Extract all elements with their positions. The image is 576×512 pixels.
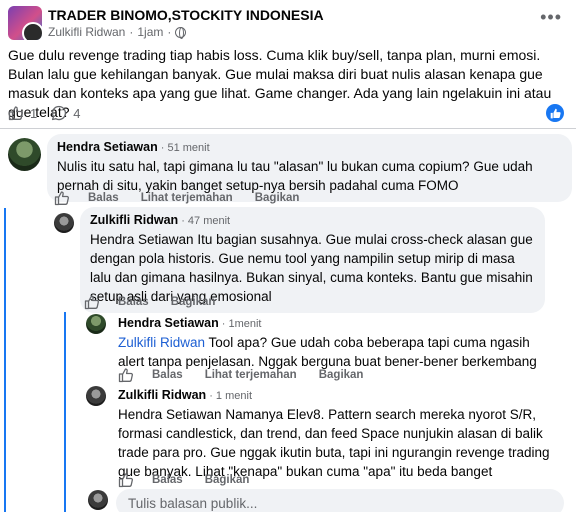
share-button[interactable]: Bagikan	[205, 474, 250, 486]
comment-actions: Balas Lihat terjemahan Bagikan	[118, 367, 385, 383]
comment-author[interactable]: Zulkifli Ridwan	[90, 213, 178, 227]
post-time[interactable]: 1jam	[137, 25, 163, 39]
translate-button[interactable]: Lihat terjemahan	[205, 369, 297, 381]
comment-author-line: Zulkifli Ridwan · 1 menit	[118, 388, 550, 402]
comment-time[interactable]: · 1menit	[222, 318, 262, 330]
meta-separator-2: ·	[167, 25, 172, 39]
post-meta: Zulkifli Ridwan · 1jam ·	[48, 25, 187, 39]
share-button[interactable]: Bagikan	[171, 296, 216, 308]
comment-author[interactable]: Hendra Setiawan	[57, 140, 158, 154]
like-count-item[interactable]: 1	[8, 105, 37, 121]
avatar[interactable]	[54, 213, 74, 233]
comment-author[interactable]: Zulkifli Ridwan	[118, 388, 206, 402]
avatar[interactable]	[86, 314, 106, 334]
post-author[interactable]: Zulkifli Ridwan	[48, 25, 125, 39]
comment-author[interactable]: Hendra Setiawan	[118, 316, 219, 330]
comment-author-line: Zulkifli Ridwan · 47 menit	[90, 213, 535, 227]
thumbs-up-icon	[550, 108, 561, 118]
post-divider	[0, 128, 576, 129]
share-button[interactable]: Bagikan	[319, 369, 364, 381]
comment-actions: Balas Lihat terjemahan Bagikan	[54, 190, 321, 206]
like-icon[interactable]	[54, 190, 70, 206]
globe-icon	[175, 26, 187, 39]
reply-button[interactable]: Balas	[118, 296, 149, 308]
thread-line-nested	[64, 312, 66, 512]
like-reaction-badge[interactable]	[546, 104, 564, 122]
post-header: TRADER BINOMO,STOCKITY INDONESIA Zulkifl…	[8, 6, 568, 40]
comment-author-line: Hendra Setiawan · 1menit	[118, 316, 540, 330]
mention-link[interactable]: Zulkifli Ridwan	[118, 335, 205, 350]
reply-button[interactable]: Balas	[152, 369, 183, 381]
like-icon	[8, 106, 23, 121]
comment-time[interactable]: · 1 menit	[209, 390, 252, 402]
reply-input[interactable]: Tulis balasan publik...	[116, 489, 564, 512]
group-name[interactable]: TRADER BINOMO,STOCKITY INDONESIA	[48, 7, 324, 23]
like-icon[interactable]	[118, 472, 134, 488]
current-user-avatar[interactable]	[88, 490, 108, 510]
group-avatar[interactable]	[8, 6, 42, 40]
comment-actions: Balas Bagikan	[84, 294, 237, 310]
comment-count-item[interactable]: 4	[51, 105, 80, 121]
reply-button[interactable]: Balas	[152, 474, 183, 486]
comment-time[interactable]: · 47 menit	[181, 215, 230, 227]
share-button[interactable]: Bagikan	[255, 192, 300, 204]
comment-author-line: Hendra Setiawan · 51 menit	[57, 140, 562, 154]
comment-text: Zulkifli Ridwan Tool apa? Gue udah coba …	[118, 333, 540, 371]
avatar[interactable]	[86, 386, 106, 406]
like-count: 1	[30, 105, 38, 121]
translate-button[interactable]: Lihat terjemahan	[141, 192, 233, 204]
comment-count: 4	[73, 105, 81, 121]
comment-text: Hendra Setiawan Namanya Elev8. Pattern s…	[118, 407, 550, 479]
meta-separator: ·	[129, 25, 134, 39]
comment-actions: Balas Bagikan	[118, 472, 271, 488]
reply-button[interactable]: Balas	[88, 192, 119, 204]
like-icon[interactable]	[118, 367, 134, 383]
like-icon[interactable]	[84, 294, 100, 310]
more-options-icon[interactable]: •••	[540, 8, 562, 26]
comment-time[interactable]: · 51 menit	[161, 142, 210, 154]
avatar[interactable]	[8, 138, 41, 171]
comment-icon	[52, 105, 67, 121]
thread-line-main	[4, 208, 6, 512]
reactions-bar: 1 4	[8, 104, 568, 122]
